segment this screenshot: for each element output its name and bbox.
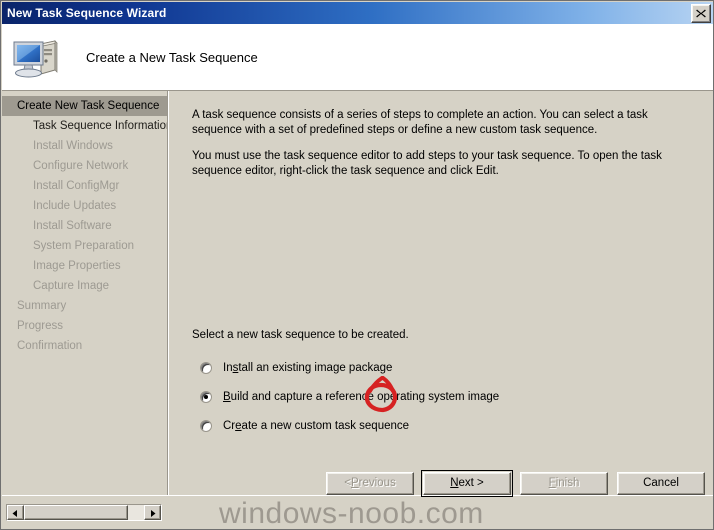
next-button[interactable]: Next > (421, 469, 513, 497)
scroll-right-button[interactable] (144, 505, 161, 520)
sidebar-item-install-software[interactable]: Install Software (2, 216, 168, 236)
radio-build-and-capture[interactable] (200, 391, 212, 403)
option-build-and-capture[interactable]: Build and capture a reference operating … (200, 389, 499, 405)
option-create-custom[interactable]: Create a new custom task sequence (200, 418, 409, 434)
sidebar-item-configure-network[interactable]: Configure Network (2, 156, 168, 176)
scrollbar-thumb[interactable] (24, 505, 128, 520)
sidebar-item-include-updates[interactable]: Include Updates (2, 196, 168, 216)
wizard-footer: < Previous Next > Finish Cancel (2, 469, 713, 529)
sidebar-item-summary[interactable]: Summary (2, 296, 168, 316)
sidebar-item-system-preparation[interactable]: System Preparation (2, 236, 168, 256)
sidebar-item-capture-image[interactable]: Capture Image (2, 276, 168, 296)
window-titlebar[interactable]: New Task Sequence Wizard (2, 2, 713, 24)
radio-create-custom[interactable] (200, 420, 212, 432)
close-icon (696, 9, 706, 18)
wizard-main-panel: A task sequence consists of a series of … (170, 91, 713, 495)
scrollbar-track[interactable] (24, 505, 144, 520)
triangle-left-icon (12, 504, 19, 522)
wizard-body: Create New Task Sequence Task Sequence In… (2, 91, 713, 495)
sidebar-item-create-new-task-sequence[interactable]: Create New Task Sequence (2, 96, 168, 116)
options-label: Select a new task sequence to be created… (192, 329, 409, 341)
option-label-install-existing-image: Install an existing image package (223, 362, 393, 374)
horizontal-scrollbar[interactable] (6, 504, 162, 521)
page-title: Create a New Task Sequence (86, 49, 258, 65)
sidebar-item-install-configmgr[interactable]: Install ConfigMgr (2, 176, 168, 196)
window-title: New Task Sequence Wizard (7, 6, 167, 20)
triangle-right-icon (149, 504, 156, 522)
wizard-window: New Task Sequence Wizard Create a New Ta… (0, 0, 714, 530)
wizard-step-list: Create New Task Sequence Task Sequence In… (2, 91, 169, 495)
previous-button: < Previous (326, 471, 414, 495)
wizard-button-bar: < Previous Next > Finish Cancel (326, 469, 713, 497)
sidebar-item-confirmation[interactable]: Confirmation (2, 336, 168, 356)
sidebar-item-task-sequence-information[interactable]: Task Sequence Information (2, 116, 168, 136)
option-label-create-custom: Create a new custom task sequence (223, 420, 410, 432)
cancel-button[interactable]: Cancel (617, 471, 705, 495)
sidebar-item-progress[interactable]: Progress (2, 316, 168, 336)
wizard-header: Create a New Task Sequence (2, 24, 713, 91)
sidebar-item-install-windows[interactable]: Install Windows (2, 136, 168, 156)
close-button[interactable] (691, 4, 711, 23)
finish-button: Finish (520, 471, 608, 495)
option-install-existing-image[interactable]: Install an existing image package (200, 360, 392, 376)
description-paragraph-1: A task sequence consists of a series of … (192, 109, 648, 136)
description-paragraph-2: You must use the task sequence editor to… (192, 150, 662, 177)
radio-install-existing-image[interactable] (200, 362, 212, 374)
sidebar-item-image-properties[interactable]: Image Properties (2, 256, 168, 276)
computer-icon (10, 30, 64, 84)
scroll-left-button[interactable] (7, 505, 24, 520)
option-label-build-and-capture: Build and capture a reference operating … (223, 391, 500, 403)
